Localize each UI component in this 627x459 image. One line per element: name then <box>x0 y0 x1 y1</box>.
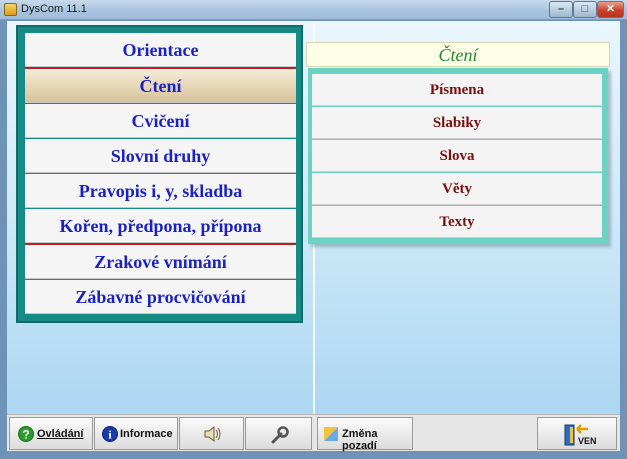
submenu-item-pismena[interactable]: Písmena <box>312 74 602 106</box>
menu-item-koren[interactable]: Kořen, předpona, přípona <box>25 209 296 243</box>
help-button[interactable]: ? Ovládání <box>9 417 93 450</box>
info-button[interactable]: i Informace <box>94 417 178 450</box>
app-icon <box>4 3 17 16</box>
info-label: Informace <box>120 428 173 440</box>
submenu-item-vety[interactable]: Věty <box>312 173 602 205</box>
help-label: Ovládání <box>37 428 84 440</box>
window-title: DysCom 11.1 <box>21 3 87 15</box>
settings-button[interactable] <box>245 417 312 450</box>
help-circle-icon: ? <box>18 426 34 442</box>
change-background-label: Změna pozadí <box>342 428 378 452</box>
change-background-button[interactable]: Změna pozadí <box>317 417 413 452</box>
menu-item-orientace[interactable]: Orientace <box>25 33 296 67</box>
menu-item-cviceni[interactable]: Cvičení <box>25 104 296 138</box>
main-menu-panel: Orientace Čtení Cvičení Slovní druhy Pra… <box>16 25 303 323</box>
submenu-panel: Písmena Slabiky Slova Věty Texty <box>308 68 608 244</box>
menu-item-zrakove-vnimani[interactable]: Zrakové vnímání <box>25 245 296 279</box>
speaker-icon <box>204 425 221 443</box>
svg-text:?: ? <box>22 428 29 442</box>
submenu-item-slabiky[interactable]: Slabiky <box>312 107 602 139</box>
title-bar: DysCom 11.1 – □ ✕ <box>0 0 627 20</box>
submenu-item-texty[interactable]: Texty <box>312 206 602 238</box>
app-client-area: Orientace Čtení Cvičení Slovní druhy Pra… <box>7 21 620 452</box>
exit-label: VEN <box>578 436 597 446</box>
maximize-button[interactable]: □ <box>573 1 597 18</box>
menu-item-zabavne-procvicovani[interactable]: Zábavné procvičování <box>25 280 296 314</box>
minimize-button[interactable]: – <box>549 1 573 18</box>
exit-button[interactable]: VEN <box>537 417 617 450</box>
close-button[interactable]: ✕ <box>597 1 624 18</box>
sound-button[interactable] <box>179 417 244 450</box>
menu-item-cteni[interactable]: Čtení <box>25 69 296 103</box>
palette-icon <box>324 427 338 441</box>
menu-item-slovni-druhy[interactable]: Slovní druhy <box>25 139 296 173</box>
submenu-title: Čtení <box>306 42 610 67</box>
info-circle-icon: i <box>102 426 118 442</box>
submenu-item-slova[interactable]: Slova <box>312 140 602 172</box>
bottom-toolbar: ? Ovládání i Informace Změna pozadí VEN <box>7 414 620 452</box>
menu-item-pravopis[interactable]: Pravopis i, y, skladba <box>25 174 296 208</box>
wrench-icon <box>271 426 289 444</box>
